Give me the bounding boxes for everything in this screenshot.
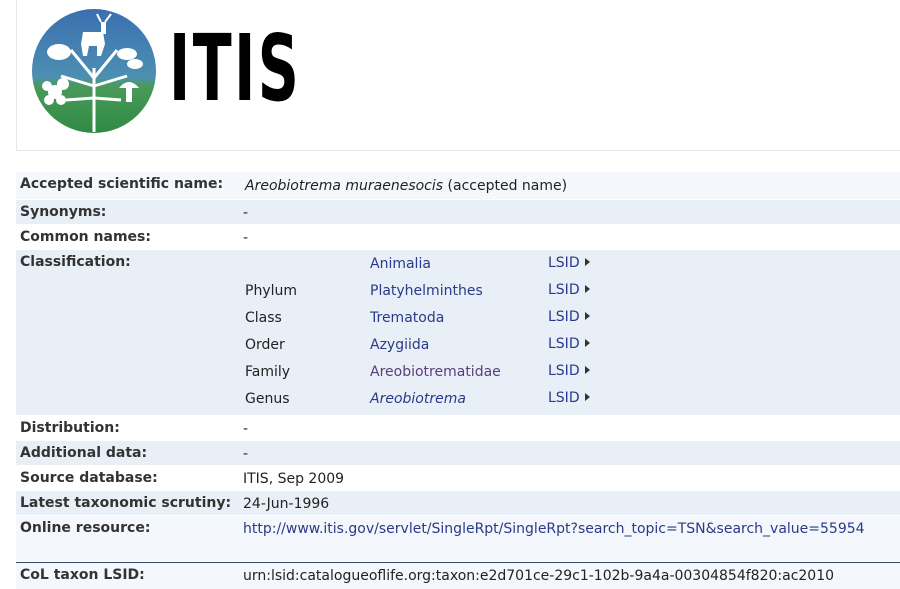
lsid-link[interactable]: LSID [548, 390, 590, 406]
lsid-link[interactable]: LSID [548, 309, 590, 325]
taxon-link[interactable]: Trematoda [370, 310, 444, 326]
triangle-right-icon [584, 339, 590, 347]
synonyms-value: - [243, 205, 249, 221]
name-status: (accepted name) [447, 178, 568, 194]
lsid-link[interactable]: LSID [548, 363, 590, 379]
triangle-right-icon [584, 258, 590, 266]
itis-logo-icon[interactable] [31, 8, 157, 134]
triangle-right-icon [584, 285, 590, 293]
row-common-names: Common names: - [16, 224, 900, 249]
triangle-right-icon [584, 366, 590, 374]
row-taxonomic-scrutiny: Latest taxonomic scrutiny: 24-Jun-1996 [16, 490, 900, 515]
scrutiny-label: Latest taxonomic scrutiny: [20, 495, 232, 511]
lsid-link[interactable]: LSID [548, 282, 590, 298]
distribution-label: Distribution: [20, 420, 120, 436]
triangle-right-icon [584, 393, 590, 401]
header-banner: ITIS [16, 0, 900, 151]
row-col-lsid: CoL taxon LSID: urn:lsid:catalogueoflife… [16, 563, 900, 589]
rank-label: Order [245, 337, 285, 353]
row-accepted-name: Accepted scientific name: Areobiotrema m… [16, 171, 900, 199]
row-source-database: Source database: ITIS, Sep 2009 [16, 465, 900, 490]
rank-label: Genus [245, 391, 290, 407]
classification-item: Class Trematoda LSID [16, 306, 900, 333]
online-resource-link[interactable]: http://www.itis.gov/servlet/SingleRpt/Si… [243, 521, 865, 537]
accepted-name-label: Accepted scientific name: [20, 176, 224, 192]
classification-item: Genus Areobiotrema LSID [16, 387, 900, 414]
taxon-details-table: Accepted scientific name: Areobiotrema m… [16, 171, 900, 567]
row-distribution: Distribution: - [16, 415, 900, 440]
distribution-value: - [243, 421, 249, 437]
itis-logo-text[interactable]: ITIS [169, 14, 301, 124]
scientific-name: Areobiotrema muraenesocis [245, 178, 444, 194]
rank-label: Phylum [245, 283, 298, 299]
taxon-link[interactable]: Azygiida [370, 337, 429, 353]
online-resource-label: Online resource: [20, 520, 151, 536]
source-database-value: ITIS, Sep 2009 [243, 471, 345, 487]
additional-data-value: - [243, 446, 249, 462]
scrutiny-value: 24-Jun-1996 [243, 496, 330, 512]
row-classification: Classification: Animalia LSID Phylum Pla… [16, 249, 900, 415]
row-synonyms: Synonyms: - [16, 199, 900, 224]
common-names-value: - [243, 230, 249, 246]
classification-item: Animalia LSID [16, 252, 900, 279]
taxon-link[interactable]: Areobiotrema [370, 391, 466, 407]
additional-data-label: Additional data: [20, 445, 148, 461]
taxon-link[interactable]: Animalia [370, 256, 431, 272]
triangle-right-icon [584, 312, 590, 320]
classification-item: Phylum Platyhelminthes LSID [16, 279, 900, 306]
taxon-link[interactable]: Areobiotrematidae [370, 364, 501, 380]
row-online-resource: Online resource: http://www.itis.gov/ser… [16, 515, 900, 567]
rank-label: Class [245, 310, 282, 326]
taxon-link[interactable]: Platyhelminthes [370, 283, 483, 299]
source-database-label: Source database: [20, 470, 158, 486]
rank-label: Family [245, 364, 291, 380]
accepted-name-value: Areobiotrema muraenesocis (accepted name… [245, 178, 567, 194]
lsid-link[interactable]: LSID [548, 336, 590, 352]
classification-item: Order Azygiida LSID [16, 333, 900, 360]
row-additional-data: Additional data: - [16, 440, 900, 465]
synonyms-label: Synonyms: [20, 204, 107, 220]
col-lsid-label: CoL taxon LSID: [20, 567, 145, 583]
lsid-link[interactable]: LSID [548, 255, 590, 271]
col-lsid-value: urn:lsid:catalogueoflife.org:taxon:e2d70… [243, 568, 835, 584]
classification-item: Family Areobiotrematidae LSID [16, 360, 900, 387]
common-names-label: Common names: [20, 229, 151, 245]
